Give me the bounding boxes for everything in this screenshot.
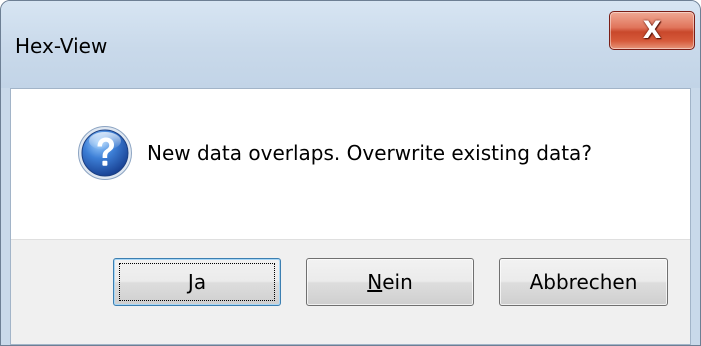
window-title: Hex-View	[15, 34, 108, 58]
dialog-content: New data overlaps. Overwrite existing da…	[10, 88, 691, 345]
button-area: Ja Nein Abbrechen	[11, 239, 690, 344]
message-text: New data overlaps. Overwrite existing da…	[147, 141, 592, 165]
yes-button[interactable]: Ja	[113, 258, 281, 306]
message-area: New data overlaps. Overwrite existing da…	[11, 89, 690, 239]
no-button-label: Nein	[367, 270, 413, 294]
dialog-window: Hex-View X New data overlaps. Overwrite …	[0, 0, 701, 346]
close-icon: X	[642, 16, 662, 44]
question-icon	[78, 126, 132, 180]
no-button[interactable]: Nein	[306, 258, 474, 306]
yes-button-label: Ja	[187, 270, 207, 294]
close-button[interactable]: X	[609, 11, 695, 50]
cancel-button[interactable]: Abbrechen	[499, 258, 668, 306]
cancel-button-label: Abbrechen	[529, 270, 638, 294]
title-bar[interactable]: Hex-View X	[1, 1, 700, 88]
